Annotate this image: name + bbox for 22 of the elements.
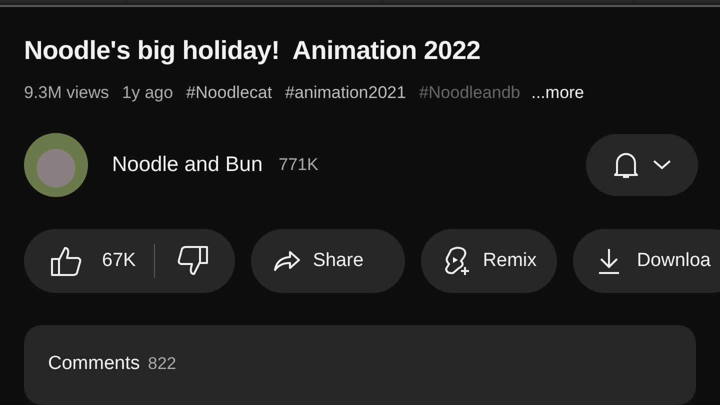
chevron-down-icon: [653, 160, 671, 170]
video-title: Noodle's big holiday! Animation 2022: [24, 35, 480, 66]
thumbs-down-icon: [176, 245, 209, 277]
more-link[interactable]: ...more: [531, 83, 584, 103]
download-button[interactable]: Downloa: [572, 229, 720, 293]
share-button[interactable]: Share: [250, 229, 405, 293]
comments-label: Comments: [48, 353, 140, 375]
hashtag-link[interactable]: #animation2021: [285, 83, 406, 103]
remix-icon: [442, 246, 471, 276]
comment-count: 822: [148, 354, 176, 374]
thumbs-up-icon: [50, 245, 82, 277]
hashtag-link[interactable]: #Noodlecat: [186, 83, 272, 103]
upload-age: 1y ago: [122, 83, 174, 103]
share-arrow-icon: [272, 250, 301, 272]
channel-name[interactable]: Noodle and Bun: [112, 153, 263, 177]
like-button[interactable]: 67K: [24, 229, 154, 293]
subscriber-count: 771K: [278, 155, 318, 175]
download-icon: [596, 247, 621, 275]
remix-button[interactable]: Remix: [420, 229, 557, 293]
view-count: 9.3M views: [24, 83, 110, 103]
comments-card[interactable]: Comments 822: [24, 325, 696, 405]
bell-icon: [613, 150, 639, 180]
